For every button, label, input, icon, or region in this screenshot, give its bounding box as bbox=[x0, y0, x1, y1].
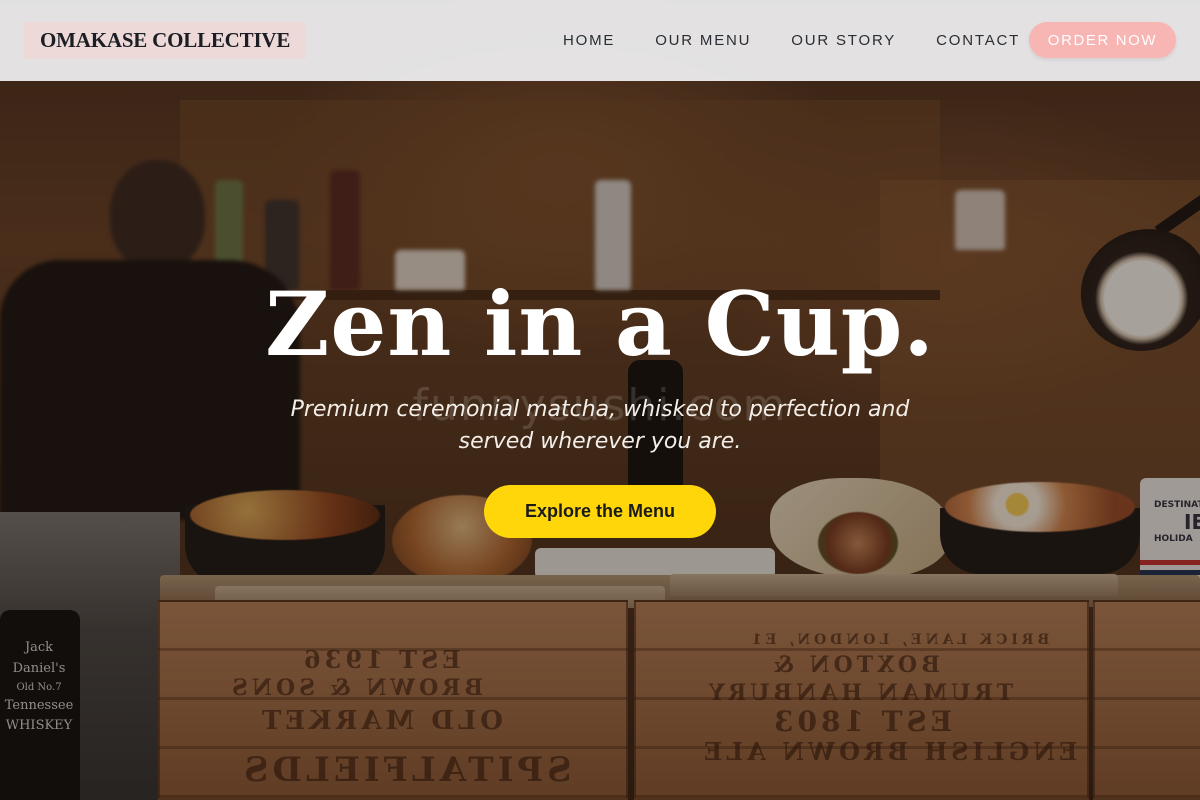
nav-home[interactable]: HOME bbox=[563, 32, 615, 49]
nav-our-story[interactable]: OUR STORY bbox=[791, 32, 896, 49]
site-header: OMAKASE COLLECTIVE HOME OUR MENU OUR STO… bbox=[0, 0, 1200, 81]
explore-menu-button[interactable]: Explore the Menu bbox=[484, 485, 716, 538]
hero-subtitle: Premium ceremonial matcha, whisked to pe… bbox=[290, 397, 910, 454]
order-now-button[interactable]: ORDER NOW bbox=[1029, 22, 1176, 58]
nav-contact[interactable]: CONTACT bbox=[936, 32, 1020, 49]
nav-our-menu[interactable]: OUR MENU bbox=[655, 32, 751, 49]
hero-title: Zen in a Cup. bbox=[265, 272, 935, 376]
main-nav: HOME OUR MENU OUR STORY CONTACT bbox=[563, 0, 1060, 81]
site-logo[interactable]: OMAKASE COLLECTIVE bbox=[24, 22, 307, 59]
